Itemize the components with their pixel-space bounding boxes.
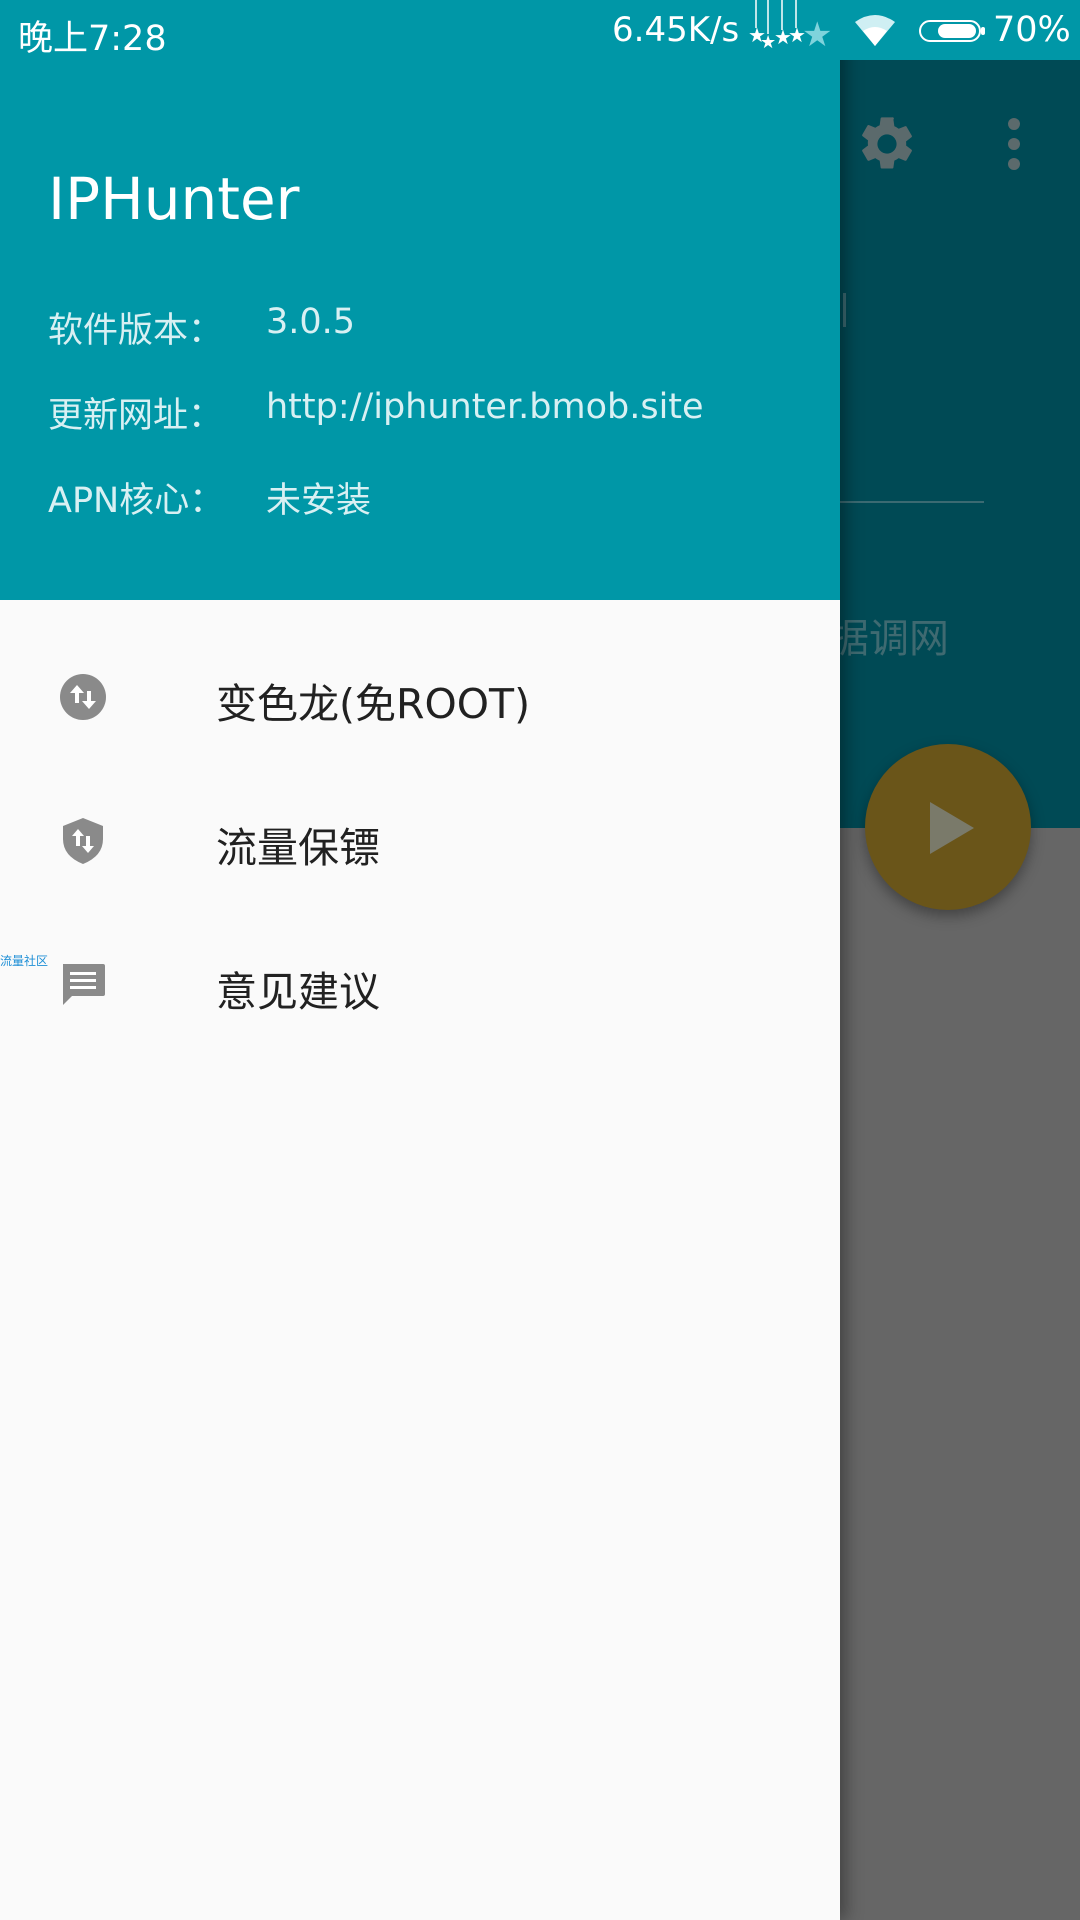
update-url-link[interactable]: http://iphunter.bmob.site — [266, 387, 704, 427]
navigation-drawer: IPHunter 软件版本： 3.0.5 更新网址： http://iphunt… — [0, 0, 840, 1920]
input-underline — [840, 501, 984, 503]
message-icon — [63, 964, 105, 1005]
menu-label-feedback: 意见建议 — [216, 968, 380, 1016]
status-net-speed: 6.45K/s — [612, 10, 740, 50]
menu-label-traffic-guard: 流量保镖 — [216, 824, 380, 872]
battery-icon — [919, 20, 985, 42]
version-label: 软件版本： — [48, 311, 224, 351]
notification-stars-icon: ★ ★ ★ ★ ★ — [748, 0, 832, 55]
gear-icon — [862, 117, 912, 169]
update-url-label: 更新网址： — [48, 396, 224, 436]
text-cursor — [843, 293, 846, 327]
more-vert-icon — [1000, 118, 1028, 172]
status-time: 晚上7:28 — [18, 19, 167, 59]
version-value: 3.0.5 — [266, 302, 356, 342]
apn-core-label: APN核心： — [48, 481, 225, 521]
menu-item-traffic-guard[interactable]: 流量保镖 — [0, 768, 840, 912]
drawer-header: IPHunter 软件版本： 3.0.5 更新网址： http://iphunt… — [0, 0, 840, 600]
menu-item-feedback[interactable]: 意见建议 — [0, 912, 840, 1056]
play-icon — [930, 802, 974, 854]
menu-label-chameleon: 变色龙(免ROOT) — [216, 680, 531, 728]
menu-item-chameleon[interactable]: 变色龙(免ROOT) — [0, 624, 840, 768]
app-title: IPHunter — [48, 165, 300, 233]
community-side-tag[interactable]: 流量社区 — [0, 952, 48, 969]
shield-swap-icon — [63, 818, 103, 864]
play-fab-button — [865, 744, 1031, 910]
swap-vert-circle-icon — [60, 674, 106, 720]
apn-core-value: 未安装 — [266, 481, 372, 521]
svg-text:★: ★ — [802, 15, 832, 55]
background-partial-text: 据调网 — [829, 616, 949, 662]
battery-percent: 70% — [993, 10, 1071, 50]
status-bar: 晚上7:28 6.45K/s ★ ★ ★ ★ ★ 70% — [0, 0, 1080, 60]
wifi-icon — [855, 15, 895, 46]
